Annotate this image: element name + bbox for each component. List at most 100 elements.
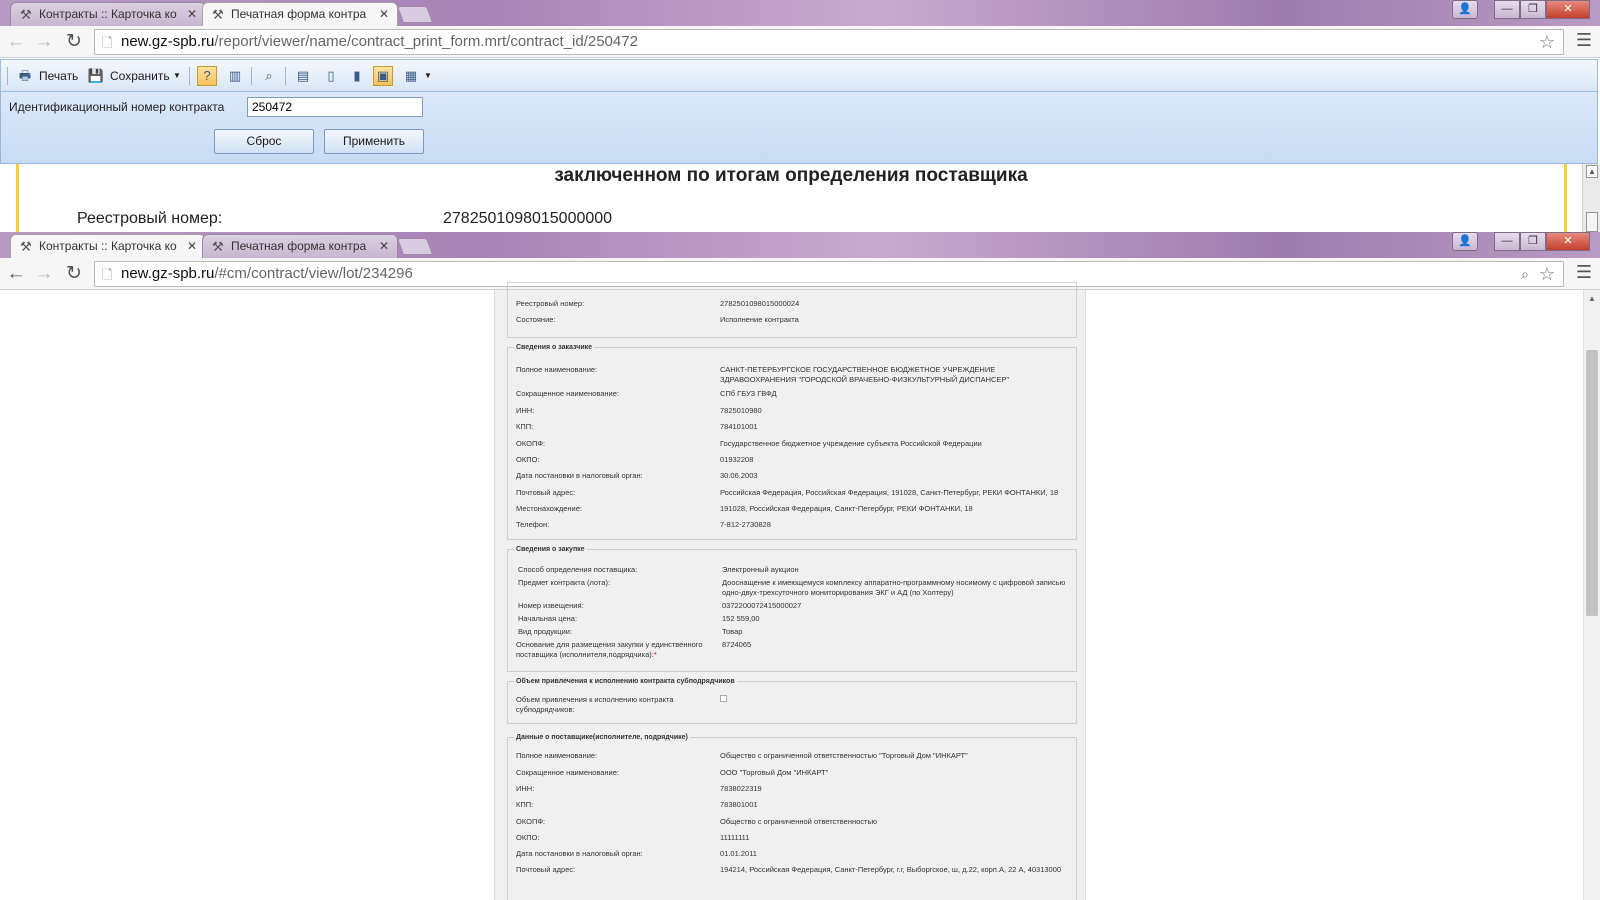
subcontractors-checkbox[interactable] bbox=[720, 695, 727, 702]
close-tab-icon[interactable]: ✕ bbox=[187, 3, 197, 25]
field-value: Электронный аукцион bbox=[722, 565, 799, 574]
minimize-button[interactable]: — bbox=[1494, 0, 1520, 19]
user-icon[interactable]: 👤 bbox=[1452, 0, 1478, 19]
bookmark-star-icon[interactable]: ☆ bbox=[1539, 30, 1555, 54]
scroll-up-icon[interactable]: ▲ bbox=[1588, 294, 1596, 303]
tab-print-form[interactable]: ⚒ Печатная форма контра ✕ bbox=[202, 2, 398, 26]
field-label: ОКОПФ: bbox=[516, 817, 546, 826]
tab-contract-card[interactable]: ⚒ Контракты :: Карточка ко ✕ bbox=[10, 2, 206, 26]
first-page-icon[interactable]: ▤ bbox=[293, 66, 313, 86]
field-label: Дата постановки в налоговый орган: bbox=[516, 849, 643, 858]
multiple-pages-icon[interactable]: ▦ bbox=[401, 66, 421, 86]
toolbar-separator bbox=[251, 67, 252, 85]
restore-button[interactable]: ❐ bbox=[1520, 232, 1546, 251]
report-parameters-panel: Идентификационный номер контракта Сброс … bbox=[0, 92, 1598, 164]
field-label: Начальная цена: bbox=[518, 614, 578, 623]
printer-icon[interactable]: 🖶 bbox=[15, 66, 35, 86]
user-icon[interactable]: 👤 bbox=[1452, 232, 1478, 251]
page-width-icon[interactable]: ▣ bbox=[373, 66, 393, 86]
field-label: Почтовый адрес: bbox=[516, 488, 576, 497]
reload-icon[interactable]: ↻ bbox=[62, 30, 86, 54]
field-value: 783801001 bbox=[720, 800, 758, 809]
field-label: Дата постановки в налоговый орган: bbox=[516, 471, 643, 480]
zoom-magnifier-icon[interactable]: ⌕ bbox=[1521, 262, 1529, 286]
field-label: Предмет контракта (лота): bbox=[518, 578, 611, 587]
field-row: Вид продукции: Товар bbox=[518, 627, 1074, 637]
bookmarks-panel-icon[interactable]: ▥ bbox=[225, 66, 245, 86]
scroll-thumb[interactable] bbox=[1586, 350, 1598, 616]
gavel-icon: ⚒ bbox=[212, 239, 224, 254]
report-viewer-window: ⚒ Контракты :: Карточка ко ✕ ⚒ Печатная … bbox=[0, 0, 1600, 232]
field-value: Государственное бюджетное учреждение суб… bbox=[720, 439, 982, 448]
view-mode-dropdown-icon[interactable]: ▼ bbox=[424, 66, 432, 86]
save-button[interactable]: Сохранить bbox=[110, 66, 170, 86]
continuous-pages-icon[interactable]: ▮ bbox=[347, 66, 367, 86]
scroll-up-icon[interactable]: ▲ bbox=[1586, 165, 1598, 178]
forward-icon[interactable]: → bbox=[32, 30, 56, 54]
print-button[interactable]: Печать bbox=[39, 66, 78, 86]
field-value: 01932208 bbox=[720, 455, 754, 464]
menu-icon[interactable]: ☰ bbox=[1576, 30, 1592, 51]
bookmark-star-icon[interactable]: ☆ bbox=[1539, 262, 1555, 286]
field-value: СПб ГБУЗ ГВФД bbox=[720, 389, 777, 398]
field-value: САНКТ-ПЕТЕРБУРГСКОЕ ГОСУДАРСТВЕННОЕ БЮДЖ… bbox=[720, 365, 1010, 384]
contract-sheet: Реестровый номер: 2782501098015000024 Сос… bbox=[494, 282, 1086, 900]
field-value: Товар bbox=[722, 627, 743, 636]
tab-title: Контракты :: Карточка ко bbox=[39, 7, 177, 21]
single-page-icon[interactable]: ▯ bbox=[321, 66, 341, 86]
purchase-group: Сведения о закупке Способ определения по… bbox=[507, 546, 1077, 672]
new-tab-button[interactable] bbox=[396, 6, 434, 23]
field-label: Сокращенное наименование: bbox=[516, 389, 619, 398]
field-value: ООО "Торговый Дом "ИНКАРТ" bbox=[720, 768, 829, 777]
field-row: КПП: 783801001 bbox=[516, 800, 1072, 810]
page-scrollbar[interactable]: ▲ bbox=[1583, 290, 1600, 900]
close-window-button[interactable]: ✕ bbox=[1546, 232, 1590, 251]
field-row: Состояние: Исполнение контракта bbox=[516, 315, 1072, 325]
forward-icon[interactable]: → bbox=[32, 262, 56, 286]
close-tab-icon[interactable]: ✕ bbox=[379, 3, 389, 25]
group-legend: Объем привлечения к исполнению контракта… bbox=[516, 678, 735, 685]
contract-id-label: Идентификационный номер контракта bbox=[9, 100, 225, 114]
field-label: Вид продукции: bbox=[518, 627, 573, 636]
field-value: 01.01.2011 bbox=[720, 849, 757, 858]
url-host: new.gz-spb.ru bbox=[121, 33, 215, 50]
field-row: Почтовый адрес: Российская Федерация, Рос… bbox=[516, 488, 1072, 498]
save-dropdown-icon[interactable]: ▼ bbox=[173, 66, 181, 86]
field-label: Почтовый адрес: bbox=[516, 865, 576, 874]
contract-id-input[interactable] bbox=[247, 97, 423, 117]
menu-icon[interactable]: ☰ bbox=[1576, 262, 1592, 283]
back-icon[interactable]: ← bbox=[4, 262, 28, 286]
field-value: Российская Федерация, Российская Федерац… bbox=[720, 488, 1059, 497]
find-binoculars-icon[interactable]: ⌕ bbox=[259, 66, 279, 86]
field-value: Дооснащение к имеющемуся комплексу аппар… bbox=[722, 578, 1066, 597]
url-field[interactable]: 🗋 new.gz-spb.ru/report/viewer/name/contr… bbox=[94, 29, 1564, 55]
restore-button[interactable]: ❐ bbox=[1520, 0, 1546, 19]
close-window-button[interactable]: ✕ bbox=[1546, 0, 1590, 19]
new-tab-button[interactable] bbox=[396, 238, 434, 255]
field-row: ОКПО: 11111111 bbox=[516, 833, 1072, 843]
minimize-button[interactable]: — bbox=[1494, 232, 1520, 251]
reset-button[interactable]: Сброс bbox=[214, 129, 314, 154]
field-label: Способ определения поставщика: bbox=[518, 565, 638, 574]
tab-contract-card[interactable]: ⚒ Контракты :: Карточка ко ✕ bbox=[10, 234, 206, 258]
reload-icon[interactable]: ↻ bbox=[62, 262, 86, 286]
field-row: Способ определения поставщика: Электронны… bbox=[518, 565, 1074, 575]
field-label: Объем привлечения к исполнению контракта… bbox=[516, 695, 674, 714]
field-row: ОКПО: 01932208 bbox=[516, 455, 1072, 465]
tab-print-form[interactable]: ⚒ Печатная форма контра ✕ bbox=[202, 234, 398, 258]
field-value: 11111111 bbox=[720, 833, 750, 842]
scroll-thumb[interactable] bbox=[1586, 212, 1598, 232]
close-tab-icon[interactable]: ✕ bbox=[187, 235, 197, 257]
field-value: Общество с ограниченной ответственностью bbox=[720, 817, 877, 826]
apply-button[interactable]: Применить bbox=[324, 129, 424, 154]
back-icon[interactable]: ← bbox=[4, 30, 28, 54]
field-row: ОКОПФ: Государственное бюджетное учрежден… bbox=[516, 439, 1072, 449]
floppy-disk-icon[interactable]: 💾 bbox=[86, 66, 106, 86]
field-row: Сокращенное наименование: СПб ГБУЗ ГВФД bbox=[516, 389, 1072, 399]
url-path: /report/viewer/name/contract_print_form.… bbox=[214, 33, 638, 50]
parameters-toggle-icon[interactable]: ? bbox=[197, 66, 217, 86]
report-scrollbar[interactable]: ▲ bbox=[1582, 164, 1600, 232]
close-tab-icon[interactable]: ✕ bbox=[379, 235, 389, 257]
field-label: Полное наименование: bbox=[516, 365, 598, 374]
field-label: ИНН: bbox=[516, 406, 535, 415]
